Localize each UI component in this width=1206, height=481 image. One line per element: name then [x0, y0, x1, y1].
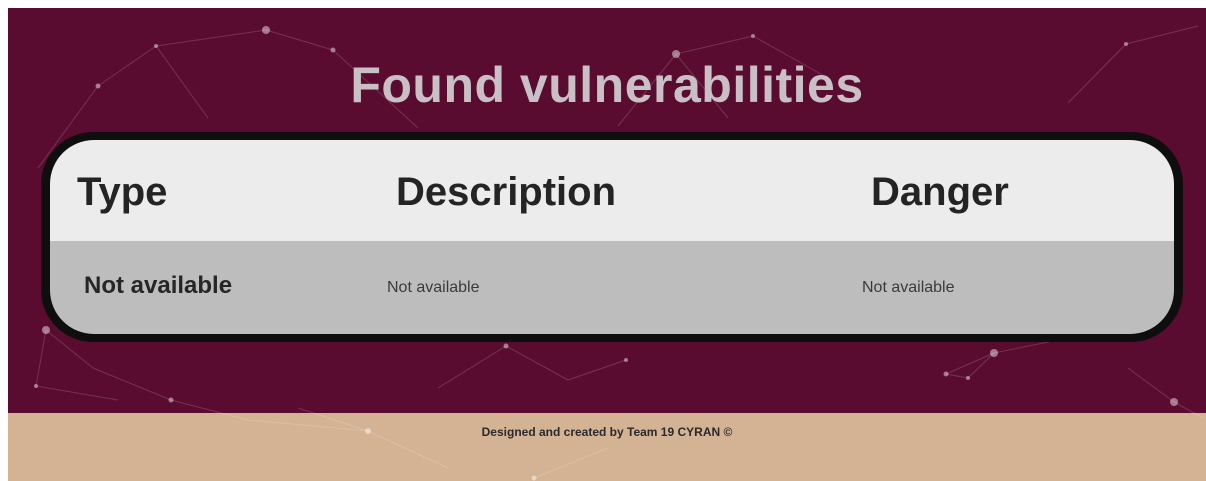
table-header-row: Type Description Danger: [50, 140, 1174, 241]
page-title: Found vulnerabilities: [350, 57, 864, 113]
column-header-description: Description: [396, 170, 617, 214]
vulnerabilities-table: Type Description Danger Not available No…: [41, 132, 1183, 342]
table-body-container: Type Description Danger Not available No…: [50, 140, 1174, 334]
column-header-danger: Danger: [871, 170, 1009, 214]
cell-description: Not available: [387, 279, 480, 296]
cell-danger: Not available: [862, 279, 955, 296]
table-row: Not available Not available Not availabl…: [50, 241, 1174, 334]
cell-type: Not available: [84, 272, 233, 299]
column-header-type: Type: [77, 170, 168, 214]
page: Designed and created by Team 19 CYRAN ©: [8, 8, 1206, 481]
